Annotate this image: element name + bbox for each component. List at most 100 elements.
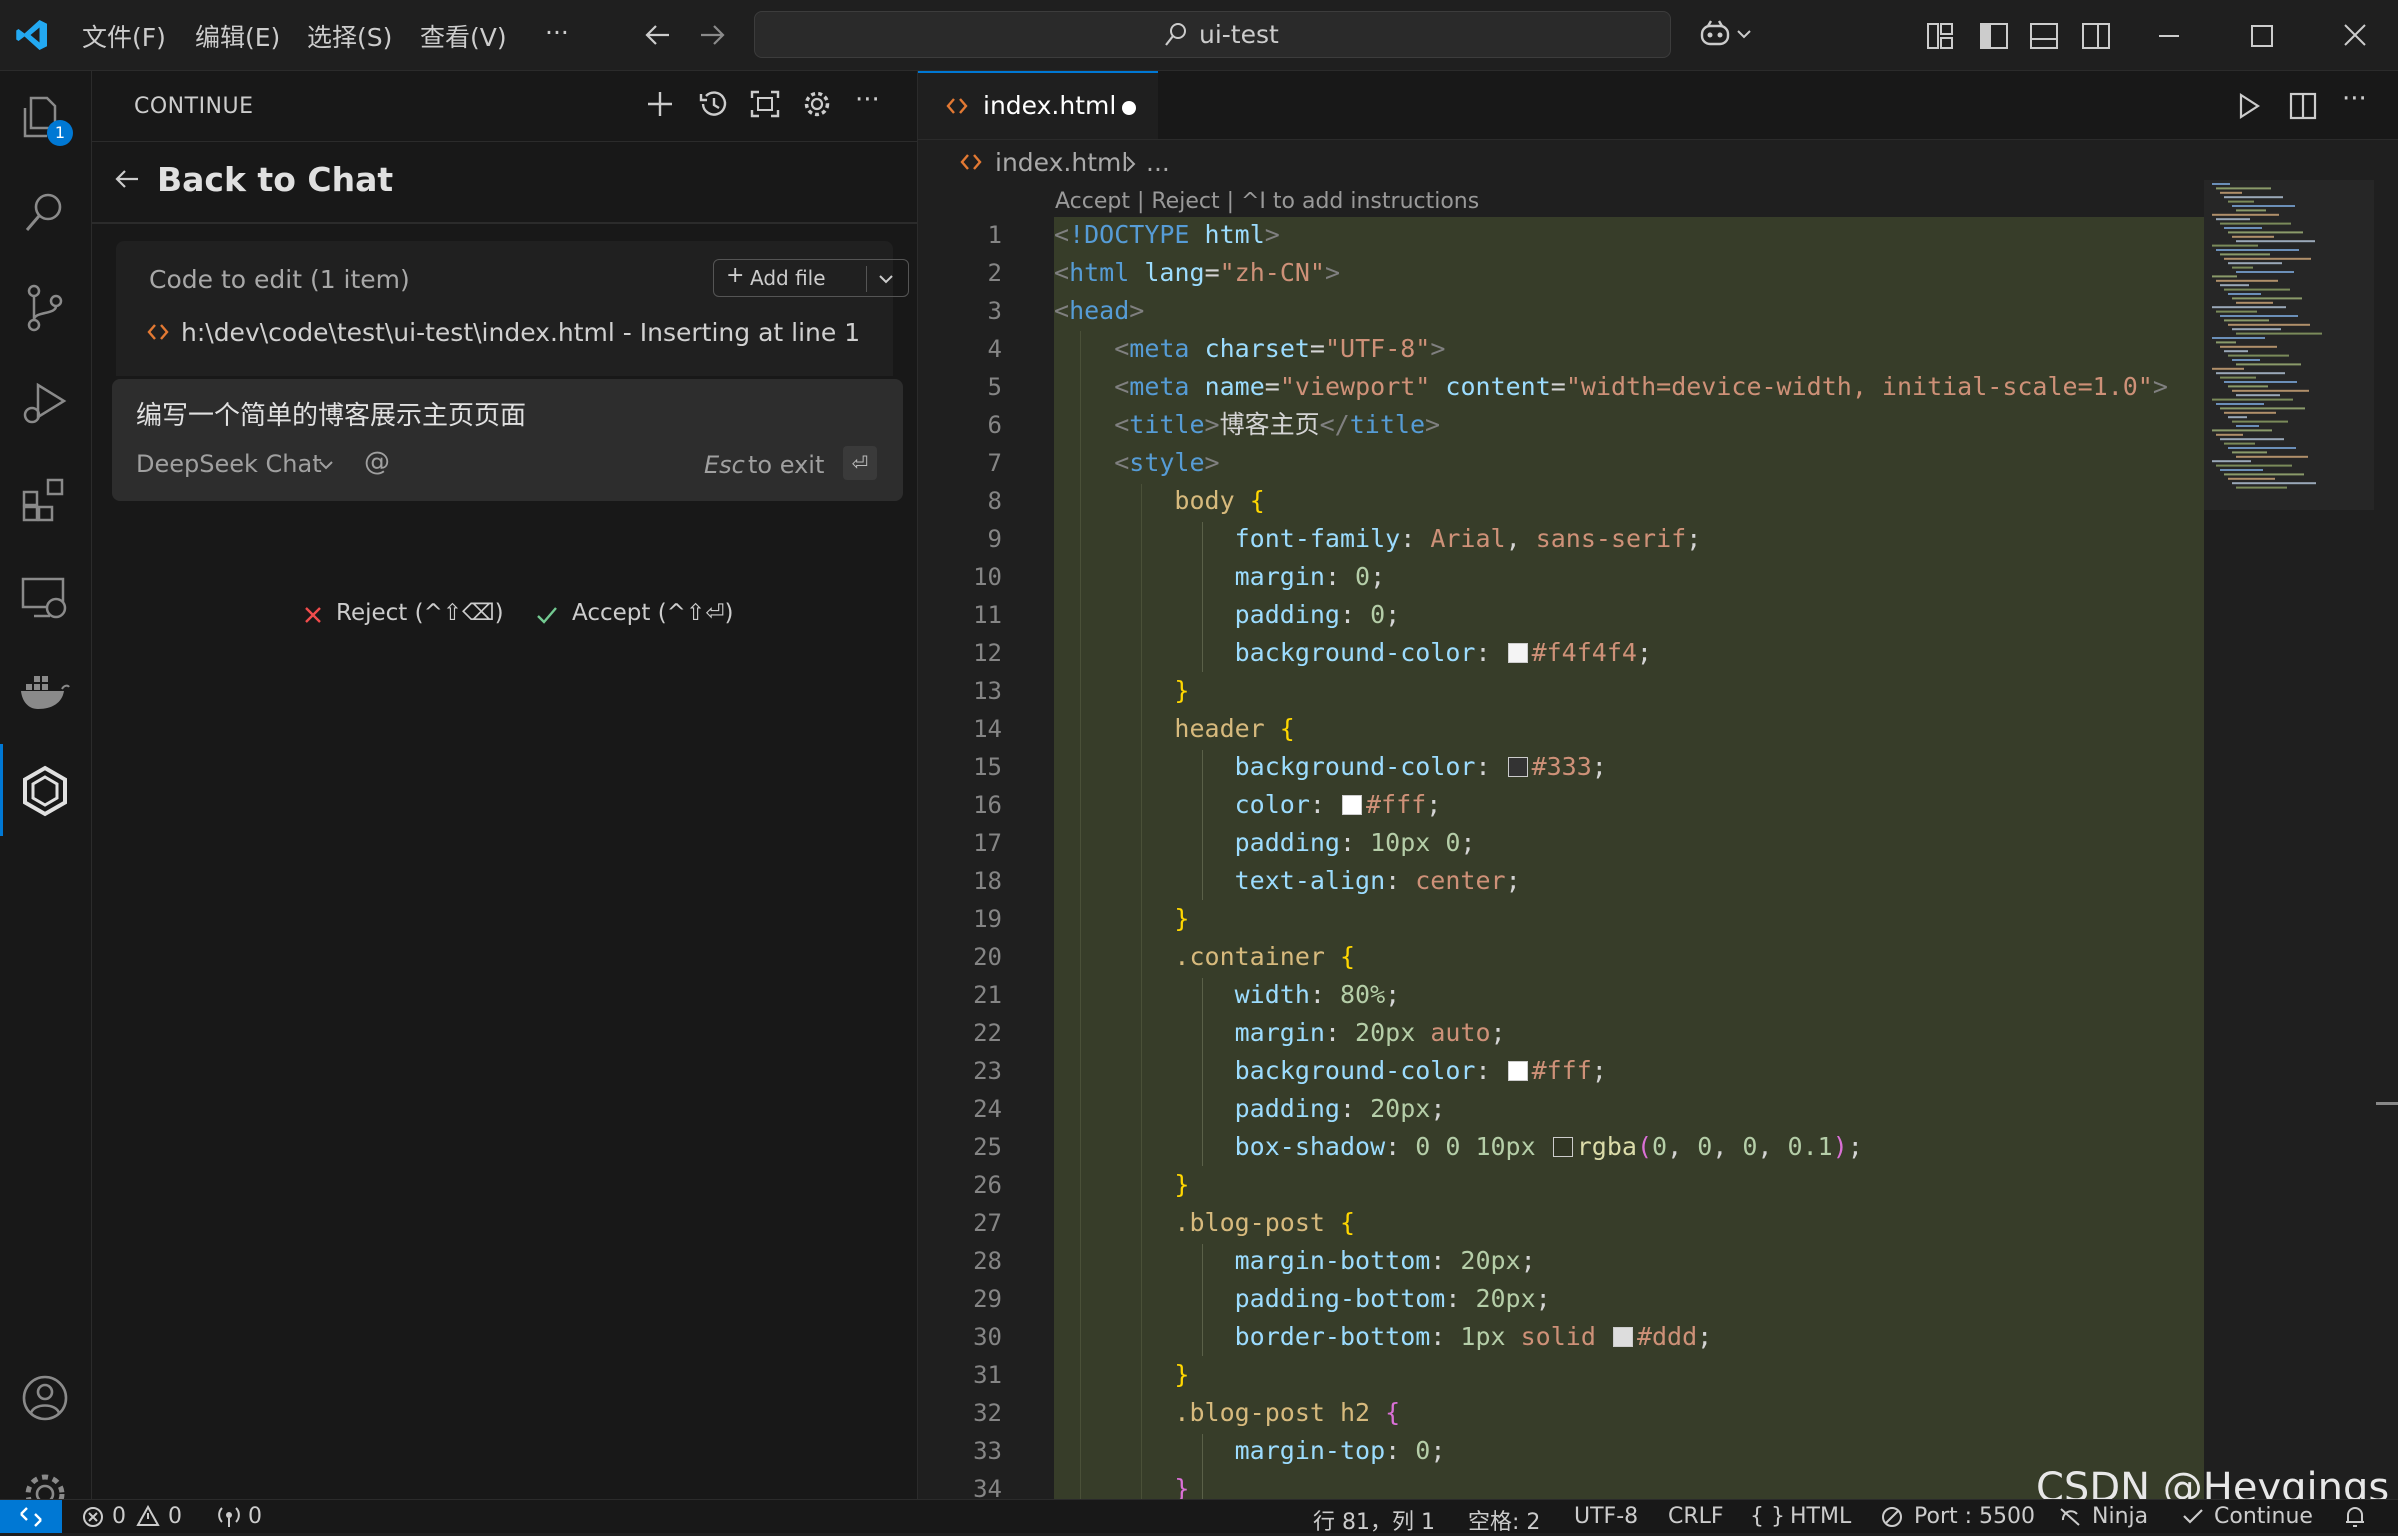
nav-back-icon[interactable] <box>643 22 673 48</box>
code-line[interactable]: font-family: Arial, sans-serif; <box>1054 520 1702 558</box>
chevron-down-icon[interactable] <box>318 460 334 470</box>
model-selector[interactable]: DeepSeek Chat <box>136 450 322 478</box>
add-file-button[interactable]: + Add file <box>713 259 909 297</box>
code-line[interactable]: <meta charset="UTF-8"> <box>1054 330 1445 368</box>
warning-count[interactable]: 0 <box>168 1504 182 1529</box>
live-server-port[interactable]: Port : 5500 <box>1914 1504 2035 1529</box>
code-line[interactable]: margin-bottom: 20px; <box>1054 1242 1536 1280</box>
run-icon[interactable] <box>2237 92 2261 120</box>
menu-selection[interactable]: 选择(S) <box>307 18 392 54</box>
code-token: !DOCTYPE <box>1069 220 1190 249</box>
maximize-icon[interactable] <box>2250 24 2274 48</box>
code-line[interactable]: margin: 20px auto; <box>1054 1014 1506 1052</box>
scrollbar[interactable] <box>2374 180 2398 1499</box>
code-line[interactable]: width: 80%; <box>1054 976 1401 1014</box>
reject-button[interactable]: Reject (^⇧⌫) <box>336 600 504 626</box>
toggle-panel-icon[interactable] <box>2029 22 2059 50</box>
code-line[interactable]: <title>博客主页</title> <box>1054 406 1440 444</box>
notifications-bell-icon[interactable] <box>2344 1505 2366 1529</box>
code-line[interactable]: } <box>1054 1166 1189 1204</box>
search-icon[interactable] <box>22 189 68 235</box>
code-line[interactable]: <!DOCTYPE html> <box>1054 216 1280 254</box>
code-line[interactable]: <head> <box>1054 292 1144 330</box>
history-icon[interactable] <box>697 89 729 119</box>
code-line[interactable]: <html lang="zh-CN"> <box>1054 254 1340 292</box>
code-line[interactable]: padding-bottom: 20px; <box>1054 1280 1551 1318</box>
chevron-down-icon[interactable] <box>1736 28 1752 40</box>
codelens-actions[interactable]: Accept | Reject | ^I to add instructions <box>1055 189 1479 214</box>
breadcrumb-more[interactable]: ... <box>1146 148 1170 177</box>
submit-enter-button[interactable]: ⏎ <box>843 446 877 480</box>
copilot-icon[interactable] <box>1697 18 1733 50</box>
menu-file[interactable]: 文件(F) <box>82 18 166 54</box>
code-line[interactable]: margin: 0; <box>1054 558 1386 596</box>
line-ending[interactable]: CRLF <box>1668 1504 1724 1529</box>
code-line[interactable]: .blog-post h2 { <box>1054 1394 1400 1432</box>
run-debug-icon[interactable] <box>20 379 70 427</box>
code-line[interactable]: padding: 20px; <box>1054 1090 1446 1128</box>
prompt-text[interactable]: 编写一个简单的博客展示主页页面 <box>136 395 526 432</box>
tab-index-html[interactable]: index.html <box>918 71 1158 139</box>
menu-edit[interactable]: 编辑(E) <box>195 18 280 54</box>
code-line[interactable]: } <box>1054 1356 1189 1394</box>
code-line[interactable]: .container { <box>1054 938 1355 976</box>
code-line[interactable]: padding: 10px 0; <box>1054 824 1476 862</box>
toggle-secondary-sidebar-icon[interactable] <box>2081 22 2111 50</box>
accept-button[interactable]: Accept (^⇧⏎) <box>572 600 733 626</box>
back-to-chat-link[interactable]: Back to Chat <box>157 160 393 199</box>
nav-forward-icon[interactable] <box>697 22 727 48</box>
command-center-search[interactable]: ui-test <box>754 11 1671 58</box>
chevron-down-icon[interactable] <box>878 274 894 284</box>
code-line[interactable]: box-shadow: 0 0 10px rgba(0, 0, 0, 0.1); <box>1054 1128 1863 1166</box>
code-line[interactable]: background-color: #333; <box>1054 748 1607 786</box>
indentation[interactable]: 空格: 2 <box>1468 1504 1540 1536</box>
code-line[interactable]: margin-top: 0; <box>1054 1432 1446 1470</box>
settings-gear-icon[interactable] <box>802 89 832 119</box>
code-line[interactable]: <style> <box>1054 444 1219 482</box>
remote-explorer-icon[interactable] <box>20 576 70 622</box>
docker-icon[interactable] <box>18 671 70 711</box>
toggle-primary-sidebar-icon[interactable] <box>1979 22 2009 50</box>
language-mode[interactable]: HTML <box>1790 1504 1851 1529</box>
menu-view[interactable]: 查看(V) <box>420 18 507 54</box>
mention-button[interactable]: @ <box>364 447 390 477</box>
panel-more-button[interactable]: ··· <box>855 85 880 115</box>
code-line[interactable]: border-bottom: 1px solid #ddd; <box>1054 1318 1713 1356</box>
error-count[interactable]: 0 <box>112 1504 126 1529</box>
code-token: ; <box>1686 524 1702 553</box>
code-line[interactable]: body { <box>1054 482 1264 520</box>
minimize-icon[interactable] <box>2157 34 2181 38</box>
code-line[interactable]: .blog-post { <box>1054 1204 1355 1242</box>
code-line[interactable]: text-align: center; <box>1054 862 1521 900</box>
source-control-icon[interactable] <box>24 283 66 333</box>
code-line[interactable]: color: #fff; <box>1054 786 1442 824</box>
editor-more-button[interactable]: ··· <box>2342 84 2367 114</box>
file-path[interactable]: h:\dev\code\test\ui-test\index.html - In… <box>181 318 860 347</box>
code-line[interactable]: <meta name="viewport" content="width=dev… <box>1054 368 2168 406</box>
accounts-icon[interactable] <box>20 1373 70 1423</box>
cursor-position[interactable]: 行 81，列 1 <box>1313 1504 1435 1536</box>
code-line[interactable]: } <box>1054 672 1189 710</box>
ports-count[interactable]: 0 <box>248 1504 262 1529</box>
extensions-icon[interactable] <box>20 476 68 524</box>
continue-status[interactable]: Continue <box>2214 1504 2313 1529</box>
breadcrumb-file[interactable]: index.html <box>995 148 1128 177</box>
ninja-status[interactable]: Ninja <box>2092 1504 2148 1529</box>
menu-more[interactable]: ··· <box>545 18 569 47</box>
code-line[interactable]: padding: 0; <box>1054 596 1401 634</box>
unsaved-dot-icon[interactable] <box>1122 101 1136 115</box>
remote-indicator[interactable] <box>0 1500 62 1533</box>
encoding[interactable]: UTF-8 <box>1574 1504 1638 1529</box>
close-window-icon[interactable] <box>2342 22 2368 48</box>
line-number: 30 <box>973 1323 1002 1351</box>
code-line[interactable]: header { <box>1054 710 1294 748</box>
split-editor-icon[interactable] <box>2289 92 2317 120</box>
code-line[interactable]: } <box>1054 900 1189 938</box>
customize-layout-icon[interactable] <box>1926 22 1954 50</box>
code-line[interactable]: background-color: #f4f4f4; <box>1054 634 1652 672</box>
code-line[interactable]: background-color: #fff; <box>1054 1052 1607 1090</box>
fullscreen-icon[interactable] <box>750 90 780 118</box>
arrow-left-icon[interactable] <box>114 168 140 190</box>
new-session-plus-icon[interactable] <box>645 89 675 119</box>
continue-icon[interactable] <box>19 765 71 817</box>
